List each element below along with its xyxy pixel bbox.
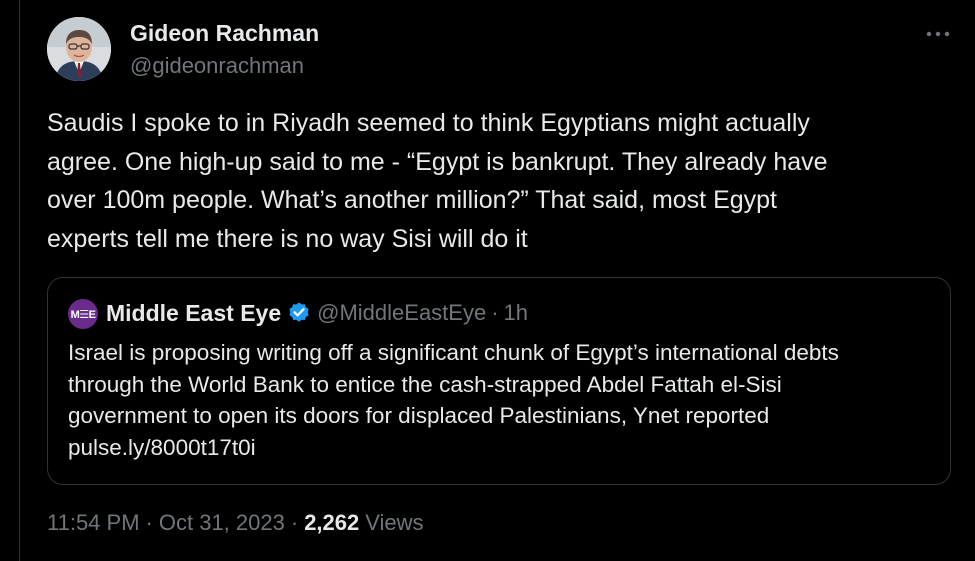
author-display-name[interactable]: Gideon Rachman: [130, 20, 319, 47]
views-count[interactable]: 2,262: [304, 510, 359, 536]
tweet-time[interactable]: 11:54 PM: [47, 510, 140, 536]
quote-author-display-name[interactable]: Middle East Eye: [106, 300, 281, 327]
tweet-card: Gideon Rachman @gideonrachman Saudis I s…: [19, 0, 975, 561]
meta-separator: ·: [145, 510, 153, 535]
author-avatar[interactable]: [47, 17, 111, 81]
quote-separator: ·: [491, 300, 499, 325]
quoted-tweet[interactable]: M☰E Middle East Eye @MiddleEastEye · 1h …: [47, 277, 951, 485]
quote-timestamp[interactable]: 1h: [504, 300, 528, 326]
tweet-text: Saudis I spoke to in Riyadh seemed to th…: [47, 109, 828, 253]
tweet-metadata: 11:54 PM · Oct 31, 2023 · 2,262 Views: [47, 510, 424, 536]
quote-header: Middle East Eye @MiddleEastEye · 1h: [106, 298, 528, 328]
meta-separator: ·: [290, 510, 299, 535]
more-horizontal-icon[interactable]: [925, 24, 951, 44]
views-label[interactable]: Views: [365, 510, 423, 536]
tweet-date[interactable]: Oct 31, 2023: [159, 510, 285, 536]
quote-text: Israel is proposing writing off a signif…: [68, 340, 839, 460]
quote-author-avatar[interactable]: M☰E: [68, 299, 98, 329]
verified-badge-icon: [287, 301, 311, 325]
quote-author-handle[interactable]: @MiddleEastEye: [317, 300, 486, 326]
author-handle[interactable]: @gideonrachman: [130, 53, 304, 79]
author-avatar-image: [47, 17, 111, 81]
